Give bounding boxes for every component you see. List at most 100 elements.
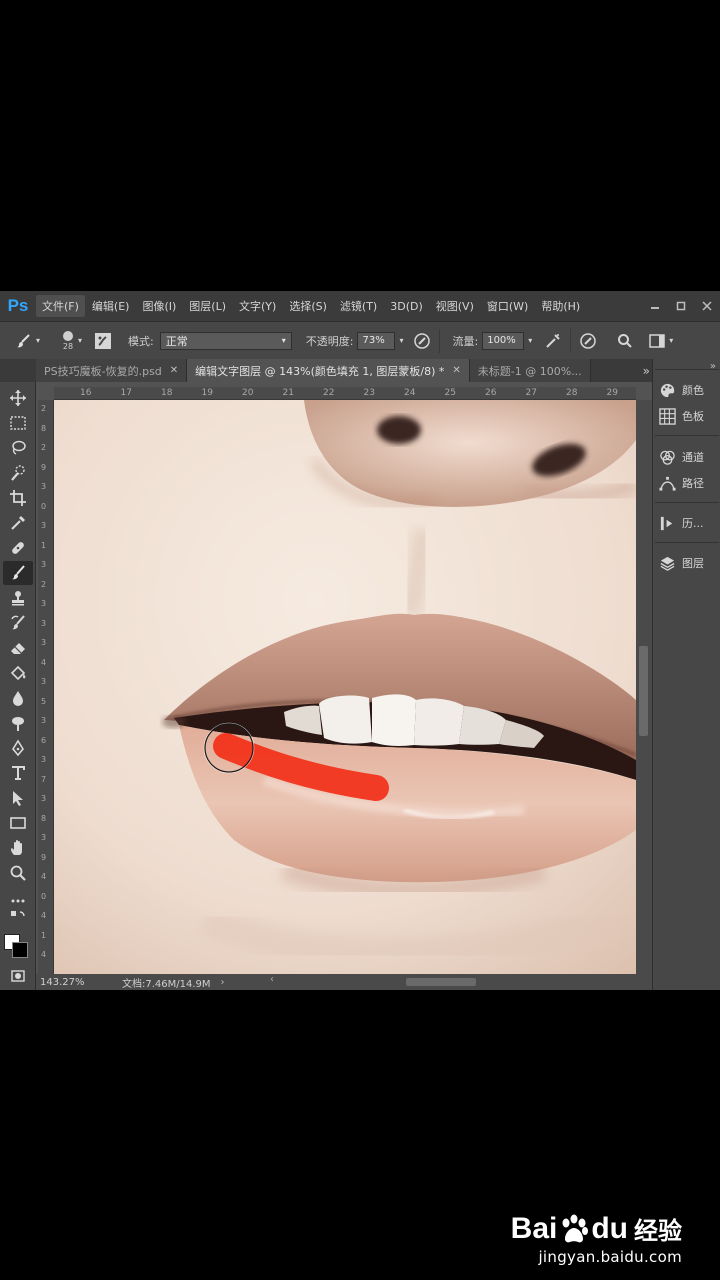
healing-brush-tool[interactable] [3, 536, 33, 560]
crop-tool[interactable] [3, 486, 33, 510]
dock-collapse-icon[interactable]: » [710, 361, 716, 372]
panel-label: 色板 [682, 410, 704, 423]
hand-tool[interactable] [3, 836, 33, 860]
menu-layer[interactable]: 图层(L) [183, 295, 232, 317]
menu-image[interactable]: 图像(I) [136, 295, 182, 317]
menu-view[interactable]: 视图(V) [430, 295, 480, 317]
menu-help[interactable]: 帮助(H) [535, 295, 586, 317]
pen-tool[interactable] [3, 736, 33, 760]
panel-label: 通道 [682, 451, 704, 464]
brush-preset-dropdown-icon[interactable]: ▾ [36, 336, 40, 345]
tab-label: 编辑文字图层 @ 143%(颜色填充 1, 图层蒙板/8) * [195, 364, 445, 378]
search-button[interactable] [617, 333, 633, 349]
tab-overflow-button[interactable]: » [643, 359, 650, 382]
workspace-dropdown-icon[interactable]: ▾ [669, 336, 673, 345]
minimize-icon [651, 307, 659, 309]
panel-channels[interactable]: 通道 [659, 444, 704, 470]
paint-bucket-tool[interactable] [3, 661, 33, 685]
swatches-icon [659, 407, 676, 425]
background-color-swatch[interactable] [12, 942, 28, 958]
menu-filter[interactable]: 滤镜(T) [334, 295, 383, 317]
lasso-tool[interactable] [3, 436, 33, 460]
restore-button[interactable] [668, 291, 694, 321]
brush-tool[interactable] [3, 561, 33, 585]
photoshop-window: Ps 文件(F) 编辑(E) 图像(I) 图层(L) 文字(Y) 选择(S) 滤… [0, 291, 720, 990]
watermark-du: du [591, 1211, 628, 1245]
brush-preset-icon[interactable] [16, 333, 32, 349]
eyedropper-tool[interactable] [3, 511, 33, 535]
ruler-tick-label: 3 [41, 521, 47, 530]
move-icon [10, 390, 26, 406]
blur-tool[interactable] [3, 686, 33, 710]
vertical-scrollbar[interactable] [636, 400, 652, 974]
move-tool[interactable] [3, 386, 33, 410]
restore-icon [676, 301, 686, 311]
ruler-tick-label: 2 [41, 404, 47, 413]
pen-pressure-size-icon [580, 332, 596, 349]
brush-panel-toggle-button[interactable] [94, 332, 112, 350]
workspace-button[interactable] [649, 333, 665, 348]
history-brush-tool[interactable] [3, 611, 33, 635]
clone-stamp-tool[interactable] [3, 586, 33, 610]
eraser-tool[interactable] [3, 636, 33, 660]
horizontal-scroll-thumb[interactable] [406, 978, 476, 986]
opacity-input[interactable]: 73% [357, 331, 396, 350]
tab-edit-text-layer[interactable]: 编辑文字图层 @ 143%(颜色填充 1, 图层蒙板/8) * ✕ [187, 359, 470, 382]
status-menu-arrow[interactable]: › [221, 977, 225, 988]
mode-select[interactable]: 正常 ▾ [159, 331, 292, 350]
quick-mask-icon [11, 970, 25, 982]
ruler-tick-label: 8 [41, 423, 47, 433]
bandage-icon [12, 542, 24, 554]
ruler-tick-label: 3 [41, 638, 47, 647]
ruler-tick-label: 5 [41, 696, 47, 706]
menu-select[interactable]: 选择(S) [283, 295, 333, 317]
pressure-opacity-button[interactable] [413, 332, 431, 350]
rectangle-tool[interactable] [3, 811, 33, 835]
path-select-tool[interactable] [3, 786, 33, 810]
brush-tip-icon[interactable] [62, 330, 74, 342]
mode-value: 正常 [165, 334, 188, 348]
panel-paths[interactable]: 路径 [659, 470, 704, 496]
panel-swatches[interactable]: 色板 [659, 403, 704, 429]
tab-close-icon[interactable]: ✕ [170, 365, 178, 376]
dodge-tool[interactable] [3, 711, 33, 735]
menu-file[interactable]: 文件(F) [36, 295, 85, 317]
close-window-button[interactable] [694, 291, 720, 321]
baidu-watermark: Bai du 经验 jingyan.baidu.com [511, 1211, 682, 1267]
menu-window[interactable]: 窗口(W) [481, 295, 534, 317]
panel-color[interactable]: 颜色 [659, 377, 704, 403]
quick-mask-button[interactable] [3, 964, 33, 988]
brush-size-dropdown-icon[interactable]: ▾ [78, 336, 82, 345]
canvas[interactable] [54, 400, 636, 974]
ruler-tick-label: 9 [41, 852, 47, 862]
zoom-tool[interactable] [3, 861, 33, 885]
flow-input[interactable]: 100% [482, 331, 525, 350]
panel-layers[interactable]: 图层 [659, 550, 704, 576]
zoom-level[interactable]: 143.27% [40, 977, 120, 988]
tab-untitled[interactable]: 未标题-1 @ 100%... [469, 359, 591, 382]
ruler-tick-label: 3 [41, 560, 47, 569]
pressure-size-button[interactable] [579, 332, 597, 350]
menu-edit[interactable]: 编辑(E) [86, 295, 136, 317]
marquee-tool[interactable] [3, 411, 33, 435]
scroll-left-icon[interactable]: ‹ [270, 974, 274, 985]
palette-icon [660, 383, 675, 397]
type-icon [12, 766, 25, 780]
tab-ps-tips[interactable]: PS技巧魔板-恢复的.psd ✕ [36, 359, 188, 382]
minimize-button[interactable] [642, 291, 668, 321]
horizontal-scrollbar[interactable]: ‹ [270, 974, 636, 987]
brush-icon [12, 565, 25, 580]
menu-type[interactable]: 文字(Y) [233, 295, 282, 317]
mode-label: 模式: [128, 334, 154, 348]
eyedropper-icon [11, 516, 25, 530]
default-colors-button[interactable] [3, 910, 33, 924]
vertical-scroll-thumb[interactable] [639, 646, 648, 736]
opacity-dropdown-icon[interactable]: ▾ [399, 336, 403, 345]
flow-dropdown-icon[interactable]: ▾ [528, 336, 532, 345]
menu-3d[interactable]: 3D(D) [384, 297, 429, 316]
tab-close-icon[interactable]: ✕ [452, 365, 460, 376]
panel-history[interactable]: 历... [659, 510, 704, 536]
quick-select-tool[interactable] [3, 461, 33, 485]
type-tool[interactable] [3, 761, 33, 785]
airbrush-button[interactable] [544, 332, 562, 350]
